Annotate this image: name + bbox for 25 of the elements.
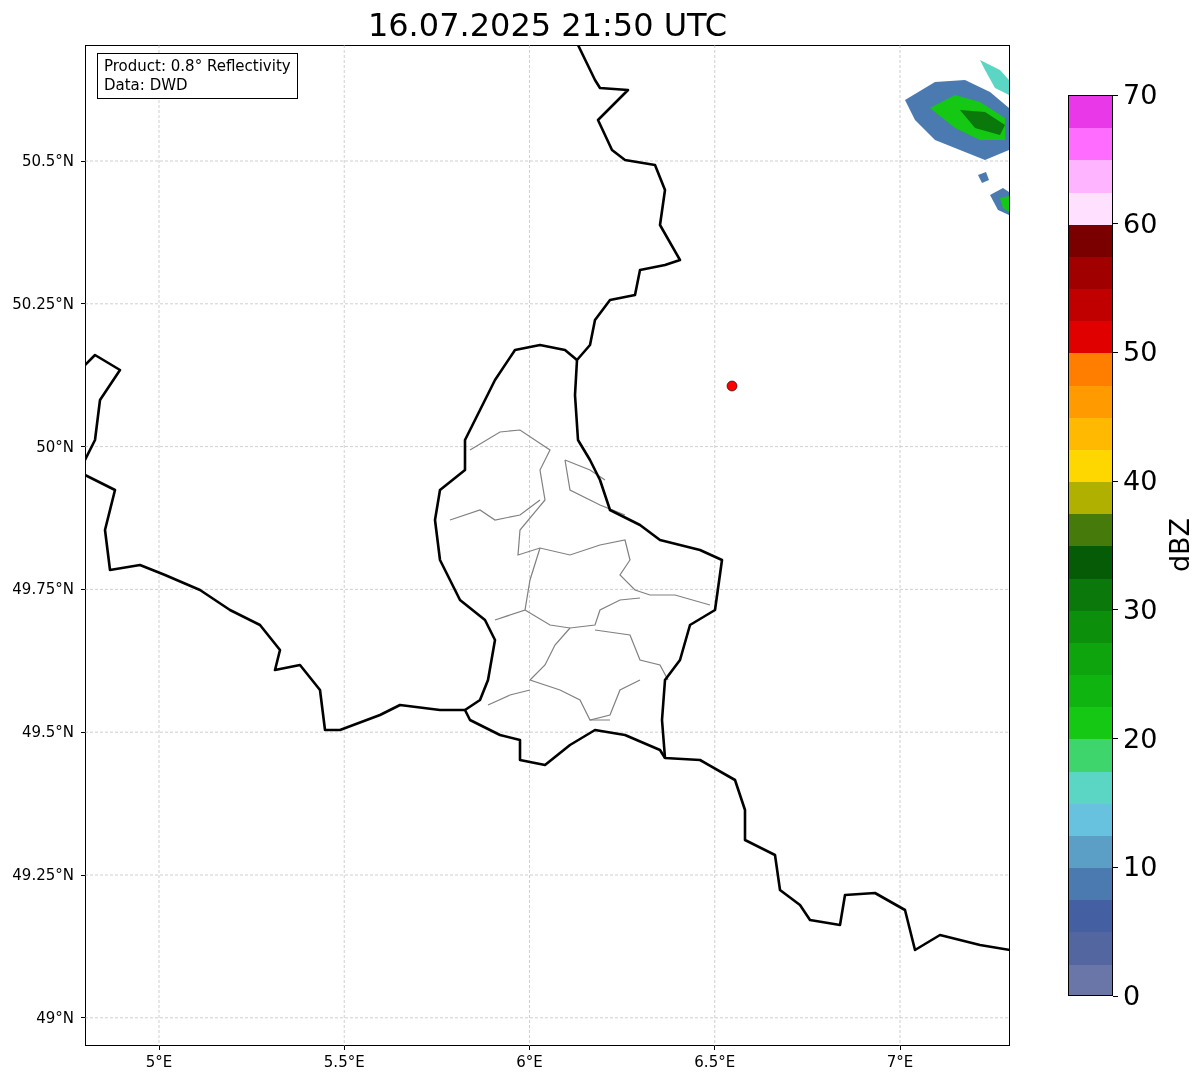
colorbar-tick-label: 20 [1123,723,1158,754]
info-text: Data: DWD [104,76,189,95]
axis-tick-label: 50.5°N [21,152,74,170]
info-text: Product: 0.8° Reflectivity [104,57,291,76]
axis-tick-label: 5.5°E [323,1053,365,1071]
colorbar-tick-label: 50 [1123,337,1158,368]
colorbar-tick-label: 10 [1123,852,1158,883]
axis-tick-label: 50.25°N [12,294,74,313]
plot-title: 16.07.2025 21:50 UTC [366,5,729,46]
axis-tick-label: 49.75°N [12,580,74,599]
colorbar-tick-label: 0 [1123,981,1141,1011]
colorbar-tick-label: 40 [1123,466,1158,497]
axis-tick-label: 49°N [36,1008,74,1027]
axis-tick-label: 49.25°N [12,866,74,884]
axis-tick-label: 7°E [886,1053,914,1071]
axis-tick-label: 49.5°N [21,723,74,742]
colorbar-tick-label: 60 [1123,208,1158,239]
axis-tick-label: 5°E [145,1053,173,1071]
axis-tick-label: 50°N [36,437,74,456]
colorbar-label: dBZ [1165,517,1195,573]
location-marker [726,380,738,392]
colorbar-tick-label: 70 [1123,80,1158,110]
axis-tick-label: 6°E [516,1053,543,1071]
colorbar-tick-label: 30 [1123,594,1158,625]
axis-tick-label: 6.5°E [694,1053,736,1071]
